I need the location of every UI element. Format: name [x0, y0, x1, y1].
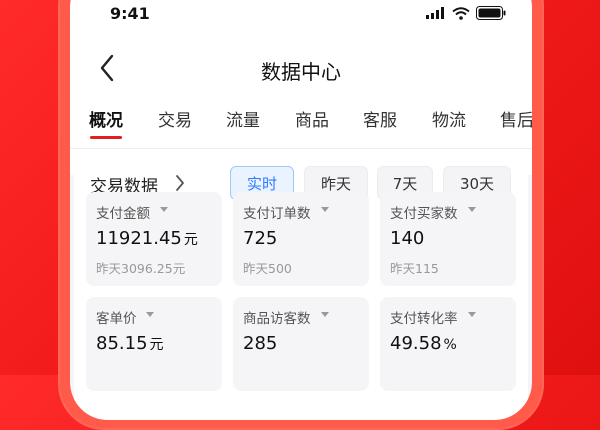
status-time: 9:41 [110, 4, 150, 23]
tab-overview[interactable]: 概况 [89, 106, 123, 131]
metric-card-average-order-value[interactable]: 客单价 85.15 元 [86, 297, 222, 391]
metric-label: 支付金额 [96, 206, 150, 222]
cellular-signal-icon [426, 7, 444, 19]
tab-products[interactable]: 商品 [295, 106, 329, 131]
transaction-data-card: 交易数据 实时 昨天 7天 30天 支付金额 11921.45 元 昨天3096.… [74, 152, 528, 420]
caret-down-icon [468, 207, 476, 212]
caret-down-icon [321, 207, 329, 212]
metric-value: 140 [390, 228, 425, 249]
metric-label: 支付买家数 [390, 206, 458, 222]
metric-value: 725 [243, 228, 278, 249]
navigation-bar: 数据中心 [70, 48, 532, 88]
metric-label: 商品访客数 [243, 311, 311, 327]
metric-card-payment-amount[interactable]: 支付金额 11921.45 元 昨天3096.25元 [86, 192, 222, 286]
wifi-icon [452, 6, 470, 20]
app-screen: 9:41 数据中心 概况 交易 流量 商品 客服 物流 售后 交易数据 实时 昨… [70, 0, 532, 420]
tab-transactions[interactable]: 交易 [158, 106, 192, 131]
metric-value: 49.58% [390, 333, 457, 354]
page-title: 数据中心 [261, 60, 341, 84]
metric-card-paid-buyers[interactable]: 支付买家数 140 昨天115 [380, 192, 516, 286]
metric-card-paid-orders[interactable]: 支付订单数 725 昨天500 [233, 192, 369, 286]
tab-logistics[interactable]: 物流 [432, 106, 466, 131]
metric-label: 支付订单数 [243, 206, 311, 222]
metric-value: 285 [243, 333, 278, 354]
metric-value: 11921.45 元 [96, 228, 198, 249]
status-bar: 9:41 [70, 0, 532, 30]
metric-label: 支付转化率 [390, 311, 458, 327]
battery-icon [476, 6, 506, 20]
status-icons [426, 6, 506, 20]
tabs-divider [70, 148, 532, 149]
caret-down-icon [321, 312, 329, 317]
metric-card-product-visitors[interactable]: 商品访客数 285 [233, 297, 369, 391]
metric-card-payment-conversion[interactable]: 支付转化率 49.58% [380, 297, 516, 391]
caret-down-icon [468, 312, 476, 317]
metric-yesterday: 昨天500 [243, 261, 292, 276]
metric-value: 85.15 元 [96, 333, 164, 354]
chevron-right-icon[interactable] [174, 174, 186, 192]
metric-yesterday: 昨天3096.25元 [96, 261, 186, 276]
active-tab-indicator [90, 136, 122, 139]
tab-after-sales[interactable]: 售后 [500, 106, 532, 131]
metric-label: 客单价 [96, 311, 137, 327]
caret-down-icon [160, 207, 168, 212]
caret-down-icon [146, 312, 154, 317]
tab-customer-service[interactable]: 客服 [363, 106, 397, 131]
metric-yesterday: 昨天115 [390, 261, 439, 276]
tab-traffic[interactable]: 流量 [226, 106, 260, 131]
tab-bar: 概况 交易 流量 商品 客服 物流 售后 [70, 102, 532, 142]
